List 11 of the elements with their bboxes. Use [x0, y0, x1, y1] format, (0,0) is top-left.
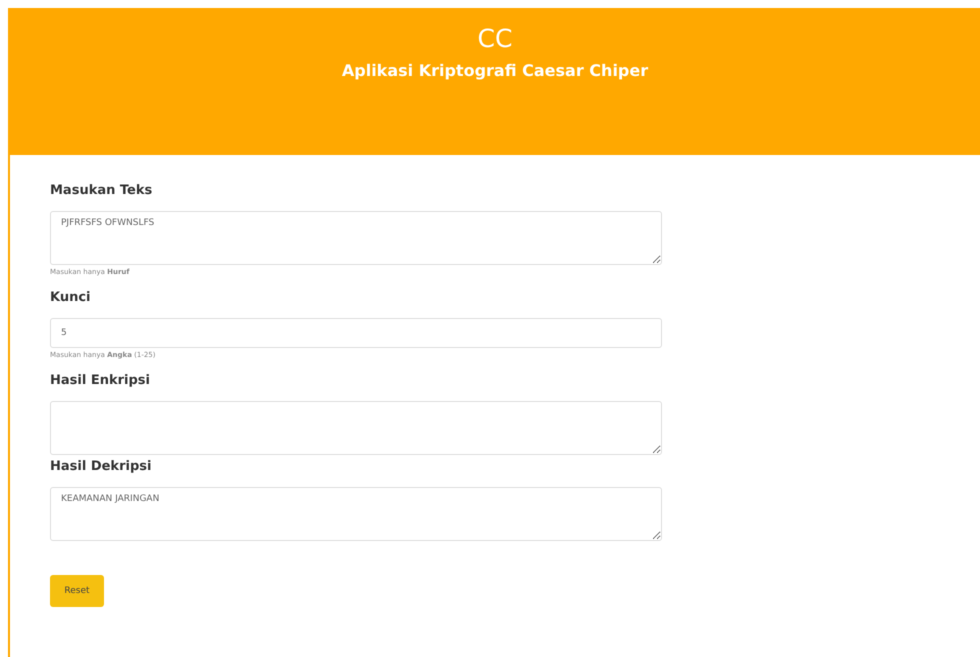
field-label: Masukan Teks — [50, 183, 154, 198]
text-area[interactable] — [50, 401, 662, 455]
text-area[interactable]: PJFRFSFS OFWNSLFS — [50, 211, 662, 265]
field-label: Hasil Dekripsi — [50, 459, 152, 474]
app-subtitle: Aplikasi Kriptografi Caesar Chiper — [342, 61, 648, 80]
field-label: Hasil Enkripsi — [50, 373, 151, 388]
reset-button[interactable]: Reset — [50, 575, 104, 607]
input-field[interactable]: 5 — [50, 318, 662, 348]
field-label: Kunci — [50, 290, 92, 305]
app-logo-title: CC — [478, 24, 512, 53]
text-area[interactable]: KEAMANAN JARINGAN — [50, 487, 662, 541]
